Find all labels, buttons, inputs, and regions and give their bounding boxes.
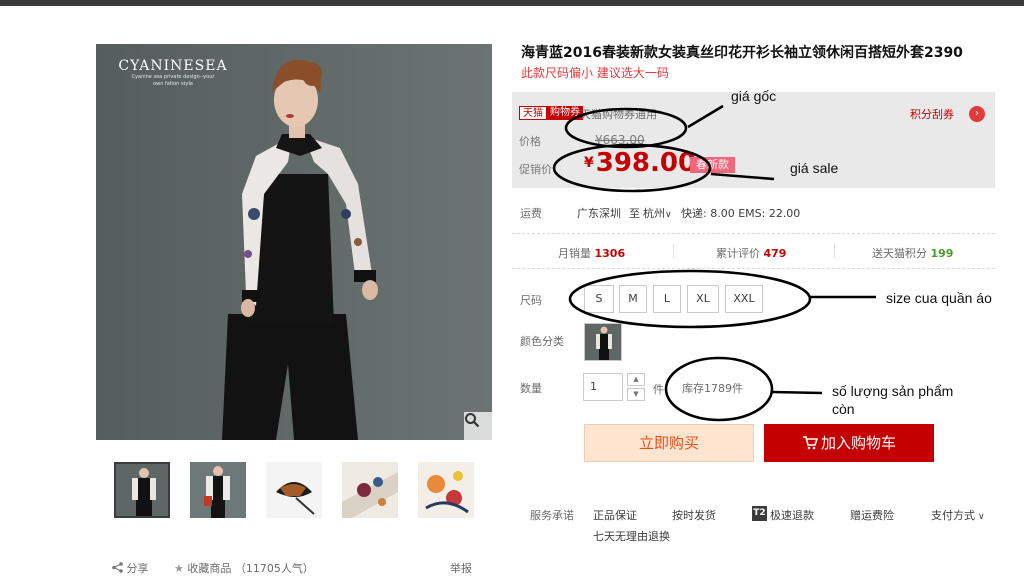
annotation-line-stock (771, 390, 823, 395)
annotation-circle-stock (664, 356, 774, 422)
annotation-sale-price: giá sale (790, 160, 839, 176)
annotation-line-original-price (687, 104, 724, 129)
annotation-circle-sale-price (552, 143, 712, 193)
annotation-circle-original-price (564, 107, 688, 149)
annotation-layer (552, 104, 876, 422)
annotation-stock-line-2: còn (832, 401, 855, 417)
annotation-line-sale-price (710, 172, 775, 181)
annotation-stock-line-1: số lượng sản phẩm (832, 383, 954, 399)
annotation-size: size cua quần áo (886, 290, 992, 306)
annotation-original-price: giá gốc (731, 88, 777, 104)
annotation-circle-size (568, 269, 812, 329)
